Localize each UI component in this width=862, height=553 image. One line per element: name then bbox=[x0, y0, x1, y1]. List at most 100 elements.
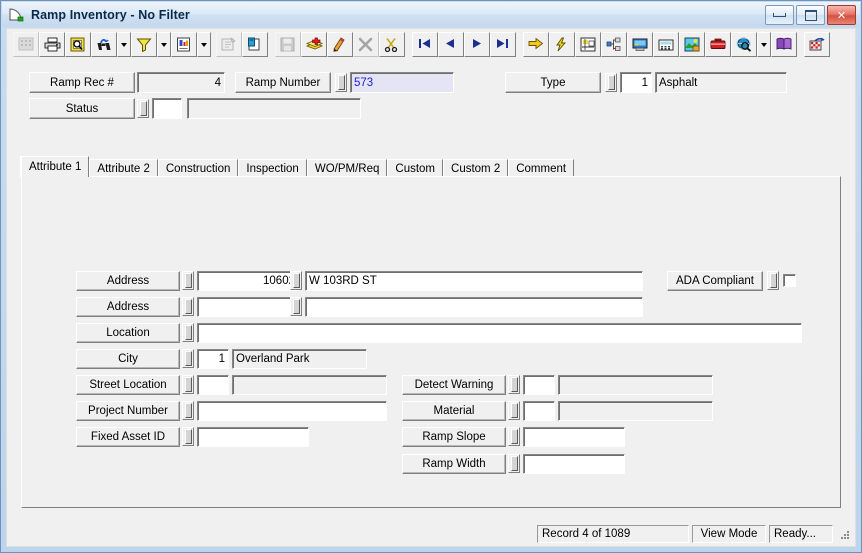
street-location-label[interactable]: Street Location bbox=[76, 375, 180, 395]
project-number-spinner[interactable] bbox=[182, 401, 194, 420]
goto-button[interactable] bbox=[523, 32, 549, 57]
address-2-code-spinner[interactable] bbox=[182, 297, 194, 316]
edit-record-button[interactable] bbox=[327, 32, 353, 57]
ramp-number-spinner[interactable] bbox=[335, 73, 347, 92]
detect-warning-label[interactable]: Detect Warning bbox=[402, 375, 506, 395]
street-location-code-input[interactable] bbox=[197, 375, 229, 395]
previous-record-button[interactable] bbox=[438, 32, 464, 57]
find-dropdown-button[interactable] bbox=[117, 32, 131, 57]
ramp-rec-label[interactable]: Ramp Rec # bbox=[29, 72, 135, 93]
image-button[interactable] bbox=[679, 32, 705, 57]
ramp-slope-spinner[interactable] bbox=[508, 427, 520, 446]
location-label[interactable]: Location bbox=[76, 323, 180, 343]
address-2-street-spinner[interactable] bbox=[290, 297, 302, 316]
exit-button[interactable] bbox=[804, 32, 830, 57]
resize-grip[interactable] bbox=[837, 527, 851, 541]
ada-compliant-label[interactable]: ADA Compliant bbox=[667, 271, 763, 291]
delete-record-button[interactable] bbox=[353, 32, 379, 57]
location-spinner[interactable] bbox=[182, 323, 194, 342]
fax-button[interactable] bbox=[653, 32, 679, 57]
client-area: Ramp Rec # 4 Ramp Number 573 Type 1 Asph… bbox=[6, 28, 856, 547]
first-record-button[interactable] bbox=[412, 32, 438, 57]
previous-record-icon bbox=[443, 37, 460, 53]
title-bar[interactable]: Ramp Inventory - No Filter ✕ bbox=[2, 2, 860, 27]
filter-button[interactable] bbox=[131, 32, 157, 57]
address-2-street-input[interactable] bbox=[305, 297, 643, 317]
status-bar: Record 4 of 1089 View Mode Ready... bbox=[7, 522, 855, 546]
ada-compliant-checkbox[interactable] bbox=[783, 274, 796, 287]
city-spinner[interactable] bbox=[182, 349, 194, 368]
ramp-width-input[interactable] bbox=[523, 454, 625, 474]
help-book-button[interactable] bbox=[771, 32, 797, 57]
status-label[interactable]: Status bbox=[29, 98, 135, 119]
material-label[interactable]: Material bbox=[402, 401, 506, 421]
city-code-input[interactable]: 1 bbox=[197, 349, 229, 369]
filter-dropdown-button[interactable] bbox=[157, 32, 171, 57]
detect-warning-code-input[interactable] bbox=[523, 375, 555, 395]
street-location-spinner[interactable] bbox=[182, 375, 194, 394]
address-1-label[interactable]: Address bbox=[76, 271, 180, 291]
city-label[interactable]: City bbox=[76, 349, 180, 369]
printer-icon bbox=[44, 37, 61, 53]
tab-attribute-1[interactable]: Attribute 1 bbox=[21, 156, 90, 177]
new-record-button[interactable] bbox=[301, 32, 327, 57]
yellow-arrow-icon bbox=[528, 37, 545, 53]
scissors-icon bbox=[384, 37, 401, 53]
fixed-asset-id-input[interactable] bbox=[197, 427, 309, 447]
toolbox-button[interactable] bbox=[705, 32, 731, 57]
web-search-dropdown-button[interactable] bbox=[757, 32, 771, 57]
location-input[interactable] bbox=[197, 323, 802, 343]
quick-action-button[interactable] bbox=[549, 32, 575, 57]
ramp-slope-label[interactable]: Ramp Slope bbox=[402, 427, 506, 447]
ramp-slope-input[interactable] bbox=[523, 427, 625, 447]
save-button[interactable] bbox=[275, 32, 301, 57]
status-spinner[interactable] bbox=[137, 99, 149, 118]
report-dropdown-button[interactable] bbox=[197, 32, 211, 57]
address-2-number-input[interactable] bbox=[197, 297, 299, 317]
edit-mode-indicator[interactable]: View Mode bbox=[692, 525, 766, 543]
fixed-asset-id-label[interactable]: Fixed Asset ID bbox=[76, 427, 180, 447]
project-number-input[interactable] bbox=[197, 401, 387, 421]
web-search-button[interactable] bbox=[731, 32, 757, 57]
properties-icon bbox=[221, 36, 238, 53]
address-1-street-spinner[interactable] bbox=[290, 271, 302, 290]
cut-button[interactable] bbox=[379, 32, 405, 57]
address-2-label[interactable]: Address bbox=[76, 297, 180, 317]
project-number-label[interactable]: Project Number bbox=[76, 401, 180, 421]
ramp-width-label[interactable]: Ramp Width bbox=[402, 454, 506, 474]
print-preview-button[interactable] bbox=[65, 32, 91, 57]
copy-record-icon bbox=[247, 37, 264, 53]
close-button[interactable]: ✕ bbox=[827, 5, 856, 25]
type-code-input[interactable]: 1 bbox=[620, 72, 652, 93]
minimize-button[interactable] bbox=[765, 5, 794, 25]
address-1-street-input[interactable]: W 103RD ST bbox=[305, 271, 643, 291]
ada-compliant-spinner[interactable] bbox=[767, 271, 779, 290]
report-button[interactable] bbox=[171, 32, 197, 57]
next-record-button[interactable] bbox=[464, 32, 490, 57]
copy-record-button[interactable] bbox=[242, 32, 268, 57]
map-button[interactable] bbox=[575, 32, 601, 57]
status-code-input[interactable] bbox=[152, 98, 182, 119]
address-1-number-input[interactable]: 10602 bbox=[197, 271, 299, 291]
ramp-width-spinner[interactable] bbox=[508, 454, 520, 473]
material-spinner[interactable] bbox=[508, 401, 520, 420]
grid-view-button[interactable] bbox=[13, 32, 39, 57]
last-record-button[interactable] bbox=[490, 32, 516, 57]
maximize-button[interactable] bbox=[796, 5, 825, 25]
address-1-code-spinner[interactable] bbox=[182, 271, 194, 290]
material-code-input[interactable] bbox=[523, 401, 555, 421]
properties-button[interactable] bbox=[216, 32, 242, 57]
find-button[interactable] bbox=[91, 32, 117, 57]
ramp-number-label[interactable]: Ramp Number bbox=[235, 72, 331, 93]
type-spinner[interactable] bbox=[605, 73, 617, 92]
chevron-down-icon bbox=[761, 42, 767, 47]
fixed-asset-id-spinner[interactable] bbox=[182, 427, 194, 446]
detect-warning-description bbox=[558, 375, 713, 395]
hierarchy-button[interactable] bbox=[601, 32, 627, 57]
detect-warning-spinner[interactable] bbox=[508, 375, 520, 394]
ramp-number-input[interactable]: 573 bbox=[350, 72, 454, 93]
type-label[interactable]: Type bbox=[505, 72, 601, 93]
monitor-button[interactable] bbox=[627, 32, 653, 57]
window-controls: ✕ bbox=[765, 5, 856, 25]
print-button[interactable] bbox=[39, 32, 65, 57]
